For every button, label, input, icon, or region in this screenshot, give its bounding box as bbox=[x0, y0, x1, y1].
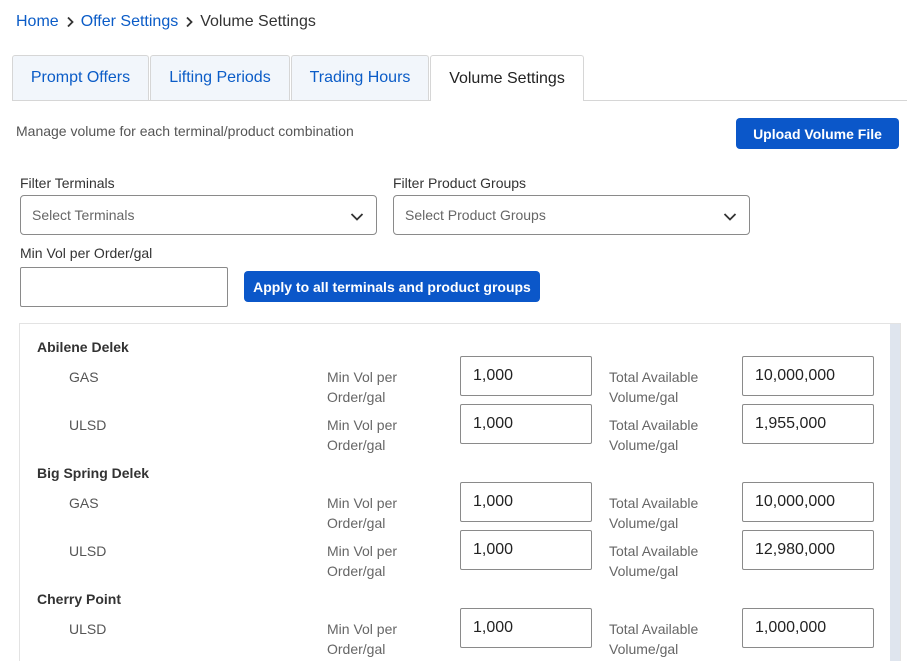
filter-product-groups-label: Filter Product Groups bbox=[393, 175, 527, 191]
list-scrollbar[interactable] bbox=[890, 324, 900, 661]
tab-prompt-offers[interactable]: Prompt Offers bbox=[12, 55, 149, 100]
min-vol-input[interactable] bbox=[20, 267, 228, 307]
min-vol-input[interactable]: 1,000 bbox=[460, 530, 592, 570]
chevron-down-icon bbox=[723, 209, 737, 225]
label-line: Total Available bbox=[609, 621, 699, 637]
label-line: Order/gal bbox=[327, 641, 386, 657]
filter-terminals-placeholder: Select Terminals bbox=[32, 207, 135, 223]
label-line: Volume/gal bbox=[609, 563, 679, 579]
label-line: Min Vol per bbox=[327, 417, 398, 433]
min-vol-field-label: Min Vol per Order/gal bbox=[327, 367, 397, 407]
breadcrumb-current: Volume Settings bbox=[200, 13, 316, 30]
label-line: Total Available bbox=[609, 417, 699, 433]
total-vol-input[interactable]: 12,980,000 bbox=[742, 530, 874, 570]
tab-lifting-periods[interactable]: Lifting Periods bbox=[150, 55, 290, 100]
min-vol-field-label: Min Vol per Order/gal bbox=[327, 619, 397, 659]
total-vol-field-label: Total Available Volume/gal bbox=[609, 493, 698, 533]
total-vol-input[interactable]: 10,000,000 bbox=[742, 356, 874, 396]
page-description: Manage volume for each terminal/product … bbox=[16, 123, 354, 139]
tab-bar: Prompt Offers Lifting Periods Trading Ho… bbox=[12, 55, 907, 101]
product-name: GAS bbox=[69, 369, 99, 385]
apply-all-button[interactable]: Apply to all terminals and product group… bbox=[244, 271, 540, 302]
total-vol-field-label: Total Available Volume/gal bbox=[609, 415, 698, 455]
filter-product-groups-placeholder: Select Product Groups bbox=[405, 207, 546, 223]
filter-terminals-label: Filter Terminals bbox=[20, 175, 115, 191]
chevron-right-icon bbox=[59, 13, 81, 31]
filter-product-groups-select[interactable]: Select Product Groups bbox=[393, 195, 750, 235]
label-line: Order/gal bbox=[327, 437, 386, 453]
label-line: Total Available bbox=[609, 369, 699, 385]
label-line: Total Available bbox=[609, 495, 699, 511]
min-vol-input[interactable]: 1,000 bbox=[460, 482, 592, 522]
terminal-volume-list: Abilene Delek GAS Min Vol per Order/gal 1… bbox=[19, 323, 901, 661]
label-line: Total Available bbox=[609, 543, 699, 559]
total-vol-field-label: Total Available Volume/gal bbox=[609, 367, 698, 407]
total-vol-input[interactable]: 1,000,000 bbox=[742, 608, 874, 648]
total-vol-field-label: Total Available Volume/gal bbox=[609, 541, 698, 581]
label-line: Volume/gal bbox=[609, 515, 679, 531]
breadcrumb-offer-settings[interactable]: Offer Settings bbox=[81, 13, 179, 31]
min-vol-field-label: Min Vol per Order/gal bbox=[327, 415, 397, 455]
upload-volume-file-button[interactable]: Upload Volume File bbox=[736, 118, 899, 149]
volume-settings-page: Home Offer Settings Volume Settings Prom… bbox=[0, 0, 911, 661]
total-vol-input[interactable]: 10,000,000 bbox=[742, 482, 874, 522]
tab-trading-hours[interactable]: Trading Hours bbox=[291, 55, 429, 100]
min-vol-field-label: Min Vol per Order/gal bbox=[327, 493, 397, 533]
label-line: Order/gal bbox=[327, 515, 386, 531]
min-vol-input[interactable]: 1,000 bbox=[460, 404, 592, 444]
filter-terminals-select[interactable]: Select Terminals bbox=[20, 195, 377, 235]
product-name: ULSD bbox=[69, 621, 107, 637]
breadcrumb: Home Offer Settings Volume Settings bbox=[16, 10, 316, 34]
min-vol-field-label: Min Vol per Order/gal bbox=[327, 541, 397, 581]
product-name: GAS bbox=[69, 495, 99, 511]
total-vol-input[interactable]: 1,955,000 bbox=[742, 404, 874, 444]
label-line: Min Vol per bbox=[327, 543, 398, 559]
min-vol-label: Min Vol per Order/gal bbox=[20, 245, 153, 261]
chevron-right-icon bbox=[178, 13, 200, 31]
product-name: ULSD bbox=[69, 417, 107, 433]
min-vol-input[interactable]: 1,000 bbox=[460, 356, 592, 396]
label-line: Order/gal bbox=[327, 389, 386, 405]
product-name: ULSD bbox=[69, 543, 107, 559]
terminal-name: Big Spring Delek bbox=[37, 465, 150, 481]
label-line: Volume/gal bbox=[609, 389, 679, 405]
min-vol-input[interactable]: 1,000 bbox=[460, 608, 592, 648]
chevron-down-icon bbox=[350, 209, 364, 225]
breadcrumb-home[interactable]: Home bbox=[16, 13, 59, 31]
label-line: Min Vol per bbox=[327, 621, 398, 637]
label-line: Min Vol per bbox=[327, 495, 398, 511]
label-line: Volume/gal bbox=[609, 641, 679, 657]
total-vol-field-label: Total Available Volume/gal bbox=[609, 619, 698, 659]
terminal-name: Cherry Point bbox=[37, 591, 122, 607]
label-line: Min Vol per bbox=[327, 369, 398, 385]
label-line: Order/gal bbox=[327, 563, 386, 579]
label-line: Volume/gal bbox=[609, 437, 679, 453]
terminal-name: Abilene Delek bbox=[37, 339, 129, 355]
tab-volume-settings[interactable]: Volume Settings bbox=[430, 55, 584, 101]
